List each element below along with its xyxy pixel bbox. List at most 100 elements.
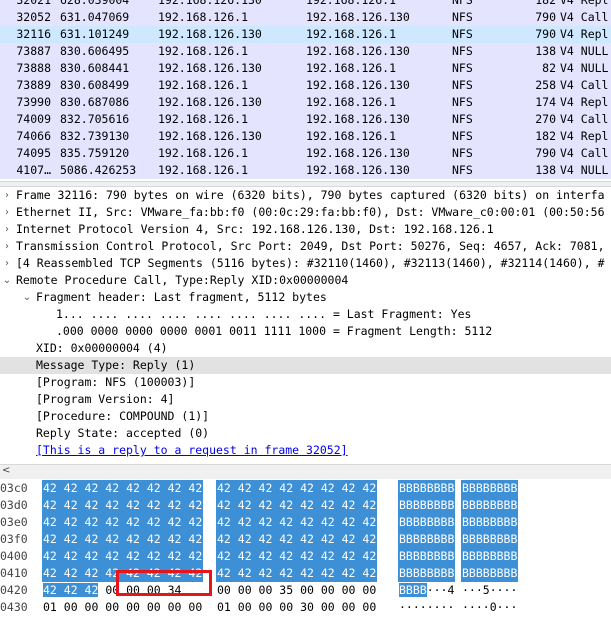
- ascii-group-2[interactable]: BBBBBBBB: [461, 565, 519, 582]
- packet-list-pane[interactable]: 32021 628.039004 192.168.126.130 192.168.12…: [0, 0, 611, 181]
- packet-dst-cell: 192.168.126.130: [306, 10, 410, 24]
- packet-time-cell: 631.101249: [60, 27, 130, 41]
- hex-bytes-group-2[interactable]: 42 42 42 42 42 42 42 42: [216, 531, 378, 548]
- ascii-group-2[interactable]: BBBBBBBB: [461, 497, 519, 514]
- request-frame-link[interactable]: [This is a reply to a request in frame 3…: [36, 442, 348, 459]
- ascii-group-1[interactable]: BBBBBBBB: [398, 531, 456, 548]
- collapsed-chevron-icon[interactable]: ›: [2, 255, 12, 272]
- expanded-chevron-icon[interactable]: ⌄: [22, 289, 32, 306]
- hex-bytes-group-2[interactable]: 42 42 42 42 42 42 42 42: [216, 497, 378, 514]
- hex-bytes-group-2[interactable]: 42 42 42 42 42 42 42 42: [216, 514, 378, 531]
- ascii-group-1[interactable]: ········: [398, 599, 455, 616]
- hex-bytes-group-1[interactable]: 42 42 42 42 42 42 42 42: [42, 548, 204, 565]
- detail-row[interactable]: [Program: NFS (100003)]: [0, 374, 611, 391]
- ascii-group-1[interactable]: BBBBBBBB: [398, 548, 456, 565]
- hex-row[interactable]: 0400 42 42 42 42 42 42 42 42 42 42 42 42 4…: [0, 548, 611, 565]
- ascii-group-1[interactable]: BBBB···4: [398, 582, 455, 599]
- ascii-selected[interactable]: BBBB: [399, 583, 427, 597]
- packet-bytes-pane[interactable]: 03c0 42 42 42 42 42 42 42 42 42 42 42 42 4…: [0, 480, 611, 619]
- packet-time-cell: 5086.426253: [60, 163, 137, 177]
- detail-row[interactable]: › [4 Reassembled TCP Segments (5116 bytes…: [0, 255, 611, 272]
- ascii-group-2[interactable]: BBBBBBBB: [461, 548, 519, 565]
- hex-bytes-group-2[interactable]: 01 00 00 00 30 00 00 00: [216, 599, 377, 616]
- hex-bytes-group-1[interactable]: 42 42 42 42 42 42 42 42: [42, 514, 204, 531]
- packet-row[interactable]: 32052 631.047069 192.168.126.1 192.168.126.…: [0, 9, 611, 26]
- hex-row[interactable]: 0420 42 42 42 00 00 00 34 00 00 00 35 00 0…: [0, 582, 611, 599]
- ascii-group-1[interactable]: BBBBBBBB: [398, 514, 456, 531]
- packet-src-cell: 192.168.126.130: [158, 0, 262, 7]
- detail-row[interactable]: › Transmission Control Protocol, Src Port…: [0, 238, 611, 255]
- detail-row[interactable]: .000 0000 0000 0000 0001 0011 1111 1000 …: [0, 323, 611, 340]
- hex-row[interactable]: 03d0 42 42 42 42 42 42 42 42 42 42 42 42 4…: [0, 497, 611, 514]
- hex-bytes-group-2[interactable]: 42 42 42 42 42 42 42 42: [216, 480, 378, 497]
- hex-bytes-group-1[interactable]: 42 42 42 42 42 42 42 42: [42, 531, 204, 548]
- detail-row[interactable]: Message Type: Reply (1): [0, 357, 611, 374]
- packet-len-cell: 174: [535, 95, 556, 109]
- ascii-group-2[interactable]: ····0···: [461, 599, 518, 616]
- ascii-group-2[interactable]: BBBBBBBB: [461, 531, 519, 548]
- ascii-group-1[interactable]: BBBBBBBB: [398, 565, 456, 582]
- packet-time-cell: 832.705616: [60, 112, 130, 126]
- hex-bytes-group-1[interactable]: 42 42 42 42 42 42 42 42: [42, 480, 204, 497]
- ascii-group-2[interactable]: BBBBBBBB: [461, 514, 519, 531]
- hex-bytes-group-1[interactable]: 42 42 42 42 42 42 42 42: [42, 497, 204, 514]
- detail-row[interactable]: [This is a reply to a request in frame 3…: [0, 442, 611, 459]
- hex-bytes-group-2[interactable]: 42 42 42 42 42 42 42 42: [216, 548, 378, 565]
- hex-bytes-group-2[interactable]: 42 42 42 42 42 42 42 42: [216, 565, 378, 582]
- hex-bytes-group-1[interactable]: 01 00 00 00 00 00 00 00: [42, 599, 203, 616]
- ascii-unselected[interactable]: ···4: [427, 583, 455, 597]
- packet-len-cell: 270: [535, 112, 556, 126]
- packet-no-cell: 73889: [16, 78, 51, 92]
- packet-no-cell: 32021: [16, 0, 51, 7]
- packet-dst-cell: 192.168.126.130: [306, 163, 410, 177]
- ascii-group-1[interactable]: BBBBBBBB: [398, 497, 456, 514]
- packet-row[interactable]: 32116 631.101249 192.168.126.130 192.168.12…: [0, 26, 611, 43]
- hex-bytes-group-2[interactable]: 00 00 00 35 00 00 00 00: [216, 582, 377, 599]
- detail-row[interactable]: [Procedure: COMPOUND (1)]: [0, 408, 611, 425]
- detail-row[interactable]: ⌄ Remote Procedure Call, Type:Reply XID:0…: [0, 272, 611, 289]
- detail-row[interactable]: [Program Version: 4]: [0, 391, 611, 408]
- packet-no-cell: 73887: [16, 44, 51, 58]
- detail-row[interactable]: › Ethernet II, Src: VMware_fa:bb:f0 (00:0…: [0, 204, 611, 221]
- hex-row[interactable]: 0430 01 00 00 00 00 00 00 00 01 00 00 00 3…: [0, 599, 611, 616]
- hex-row[interactable]: 0410 42 42 42 42 42 42 42 42 42 42 42 42 4…: [0, 565, 611, 582]
- packet-row[interactable]: 73887 830.606495 192.168.126.1 192.168.126.…: [0, 43, 611, 60]
- byte-offset: 0410: [0, 566, 28, 580]
- collapsed-chevron-icon[interactable]: ›: [2, 187, 12, 204]
- packet-row[interactable]: 73889 830.608499 192.168.126.1 192.168.126.…: [0, 77, 611, 94]
- detail-row[interactable]: 1... .... .... .... .... .... .... .... …: [0, 306, 611, 323]
- collapsed-chevron-icon[interactable]: ›: [2, 238, 12, 255]
- bytes-pane-scrollbar[interactable]: <: [0, 464, 611, 479]
- byte-offset: 0400: [0, 549, 28, 563]
- packet-row[interactable]: 74095 835.759120 192.168.126.1 192.168.126.…: [0, 145, 611, 162]
- collapsed-chevron-icon[interactable]: ›: [2, 221, 12, 238]
- detail-row[interactable]: XID: 0x00000004 (4): [0, 340, 611, 357]
- detail-row[interactable]: Reply State: accepted (0): [0, 425, 611, 442]
- hex-selected-bytes[interactable]: 42 42 42: [43, 583, 99, 597]
- packet-row[interactable]: 32021 628.039004 192.168.126.130 192.168.12…: [0, 0, 611, 9]
- detail-row[interactable]: › Frame 32116: 790 bytes on wire (6320 bi…: [0, 187, 611, 204]
- scroll-left-arrow-icon[interactable]: <: [2, 465, 10, 476]
- ascii-group-1[interactable]: BBBBBBBB: [398, 480, 456, 497]
- hex-row[interactable]: 03c0 42 42 42 42 42 42 42 42 42 42 42 42 4…: [0, 480, 611, 497]
- packet-src-cell: 192.168.126.130: [158, 61, 262, 75]
- expanded-chevron-icon[interactable]: ⌄: [2, 272, 12, 289]
- packet-row[interactable]: 74009 832.705616 192.168.126.1 192.168.126.…: [0, 111, 611, 128]
- detail-row[interactable]: ⌄ Fragment header: Last fragment, 5112 by…: [0, 289, 611, 306]
- packet-details-pane[interactable]: › Frame 32116: 790 bytes on wire (6320 bi…: [0, 187, 611, 464]
- collapsed-chevron-icon[interactable]: ›: [2, 204, 12, 221]
- detail-text: Remote Procedure Call, Type:Reply XID:0x…: [16, 273, 349, 287]
- packet-row[interactable]: 73990 830.687086 192.168.126.130 192.168.12…: [0, 94, 611, 111]
- packet-no-cell: 74009: [16, 112, 51, 126]
- ascii-group-2[interactable]: ···5····: [461, 582, 518, 599]
- hex-row[interactable]: 03f0 42 42 42 42 42 42 42 42 42 42 42 42 4…: [0, 531, 611, 548]
- packet-time-cell: 835.759120: [60, 146, 130, 160]
- detail-row[interactable]: › Internet Protocol Version 4, Src: 192.1…: [0, 221, 611, 238]
- packet-info-cell: V4 Repl: [560, 27, 609, 41]
- packet-row[interactable]: 74066 832.739130 192.168.126.130 192.168.12…: [0, 128, 611, 145]
- packet-src-cell: 192.168.126.130: [158, 129, 262, 143]
- ascii-group-2[interactable]: BBBBBBBB: [461, 480, 519, 497]
- packet-row[interactable]: 73888 830.608441 192.168.126.130 192.168.12…: [0, 60, 611, 77]
- hex-row[interactable]: 03e0 42 42 42 42 42 42 42 42 42 42 42 42 4…: [0, 514, 611, 531]
- packet-row[interactable]: 4107… 5086.426253 192.168.126.1 192.168.126…: [0, 162, 611, 179]
